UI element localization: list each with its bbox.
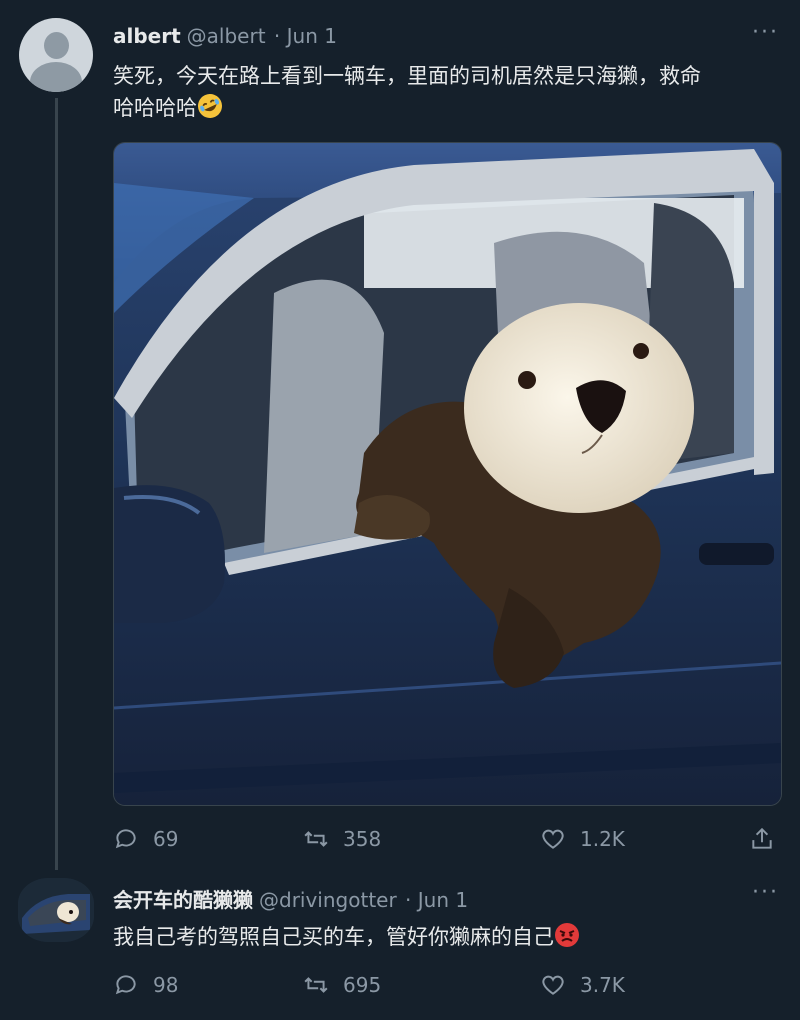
tweet-text-line-2-text: 哈哈哈哈 [113,96,197,120]
reply-author-name[interactable]: 会开车的酷獭獭 [113,888,253,912]
tweet-text: 笑死，今天在路上看到一辆车，里面的司机居然是只海獭，救命 哈哈哈哈 [113,60,783,128]
reply-date[interactable]: · Jun 1 [405,888,468,912]
retweet-button[interactable]: 358 [303,826,381,852]
rolling-on-floor-laughing-emoji-icon [197,93,223,128]
reply-text: 我自己考的驾照自己买的车，管好你獭麻的自己 [113,921,783,957]
reply-like-button[interactable]: 3.7K [540,972,625,998]
reply-like-count: 3.7K [580,973,625,997]
tweet-media-photo[interactable] [113,142,782,806]
avatar-drivingotter[interactable] [18,878,94,942]
tweet-text-line-2: 哈哈哈哈 [113,92,783,128]
sea-otter-in-car-photo-icon [114,143,781,805]
reply-icon [115,829,136,849]
reply-author-handle[interactable]: @drivingotter [259,888,397,912]
reply-retweet-button[interactable]: 695 [303,972,381,998]
reply-button[interactable]: 69 [113,826,178,852]
retweet-count: 358 [343,827,382,851]
share-icon [752,827,772,849]
avatar-albert[interactable] [19,18,93,92]
heart-icon [542,975,564,995]
heart-icon [542,829,564,849]
like-button[interactable]: 1.2K [540,826,625,852]
like-count: 1.2K [580,827,625,851]
reply-reply-count: 98 [153,973,179,997]
angry-face-emoji-icon [554,922,580,957]
reply-more-options-button[interactable]: ··· [752,880,779,905]
avatar-body-shape [30,62,82,92]
otter-car-avatar-icon [18,878,94,942]
tweet-date[interactable]: · Jun 1 [274,24,337,48]
avatar-head-shape [44,32,69,59]
tweet-actions: 69 358 1.2K [113,826,780,856]
author-name[interactable]: albert [113,24,181,48]
reply-count: 69 [153,827,179,851]
reply-retweet-count: 695 [343,973,382,997]
author-handle[interactable]: @albert [187,24,266,48]
reply-reply-button[interactable]: 98 [113,972,178,998]
thread-connector-line [55,98,58,870]
retweet-icon [304,831,328,847]
retweet-icon [304,977,328,993]
reply-text-content: 我自己考的驾照自己买的车，管好你獭麻的自己 [113,925,554,949]
share-button[interactable] [749,826,789,852]
tweet-text-line-1: 笑死，今天在路上看到一辆车，里面的司机居然是只海獭，救命 [113,64,701,88]
reply-icon [115,975,136,995]
reply-actions: 98 695 3.7K [113,972,780,1002]
tweet-header: albert @albert · Jun 1 [113,24,337,48]
reply-header: 会开车的酷獭獭 @drivingotter · Jun 1 [113,884,468,913]
more-options-button[interactable]: ··· [752,20,779,45]
